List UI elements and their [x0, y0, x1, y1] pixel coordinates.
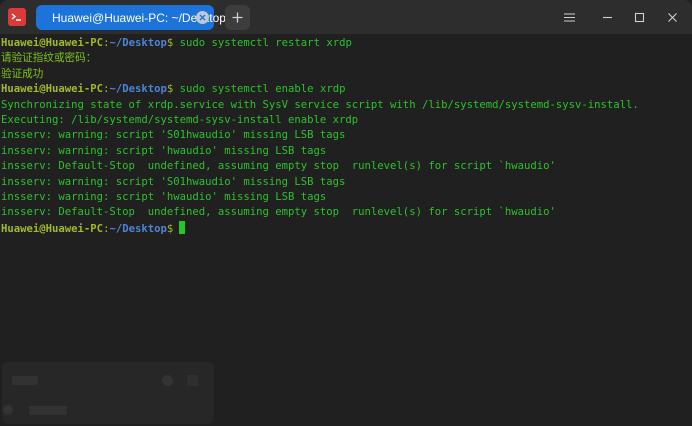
ghost-shape [162, 375, 173, 386]
output-text: insserv: warning: script 'S01hwaudio' mi… [1, 129, 346, 142]
new-tab-button[interactable] [225, 5, 250, 30]
terminal-line: Executing: /lib/systemd/systemd-sysv-ins… [0, 113, 692, 128]
close-icon[interactable] [196, 11, 209, 24]
terminal-line: insserv: warning: script 'S01hwaudio' mi… [0, 128, 692, 143]
terminal-line: Huawei@Huawei-PC:~/Desktop$ [0, 220, 692, 236]
minimize-icon [602, 16, 612, 18]
prompt-user: Huawei@Huawei-PC [1, 222, 104, 235]
terminal-line: Huawei@Huawei-PC:~/Desktop$ sudo systemc… [0, 82, 692, 97]
maximize-button[interactable] [630, 8, 648, 26]
terminal-line: Synchronizing state of xrdp.service with… [0, 98, 692, 113]
terminal-line: insserv: Default-Stop undefined, assumin… [0, 159, 692, 174]
terminal-line: insserv: warning: script 'hwaudio' missi… [0, 190, 692, 205]
terminal-line: insserv: warning: script 'hwaudio' missi… [0, 144, 692, 159]
output-text: insserv: warning: script 'hwaudio' missi… [1, 144, 327, 157]
output-text: insserv: warning: script 'hwaudio' missi… [1, 190, 327, 203]
maximize-icon [634, 12, 644, 22]
command-text: sudo systemctl restart xrdp [173, 37, 352, 49]
terminal-window: Huawei@Huawei-PC: ~/Desktop Huawei@Huawe… [0, 0, 692, 426]
close-window-button[interactable] [663, 8, 681, 26]
tab-terminal[interactable]: Huawei@Huawei-PC: ~/Desktop [36, 5, 226, 30]
prompt-path: ~/Desktop [109, 37, 167, 49]
prompt-symbol: $ [166, 222, 174, 235]
ghost-shape [187, 375, 198, 386]
title-bar[interactable]: Huawei@Huawei-PC: ~/Desktop [0, 0, 692, 34]
minimize-button[interactable] [598, 8, 616, 26]
faded-notification-overlay [2, 362, 214, 424]
terminal-line: insserv: warning: script 'S01hwaudio' mi… [0, 175, 692, 190]
hamburger-menu-icon [563, 12, 575, 22]
menu-button[interactable] [560, 8, 578, 26]
ghost-shape [3, 405, 13, 415]
terminal-line: insserv: Default-Stop undefined, assumin… [0, 205, 692, 220]
output-text: 验证成功 [1, 67, 44, 80]
terminal-app-icon[interactable] [8, 8, 26, 26]
output-text: Synchronizing state of xrdp.service with… [1, 98, 639, 111]
close-icon [667, 12, 677, 22]
plus-icon [232, 12, 243, 23]
ghost-shape [29, 406, 67, 415]
command-text: sudo systemctl enable xrdp [173, 83, 346, 96]
terminal-line: 请验证指纹或密码： [0, 51, 692, 66]
ghost-shape [12, 376, 38, 385]
output-text: insserv: Default-Stop undefined, assumin… [1, 206, 556, 219]
output-text: insserv: warning: script 'S01hwaudio' mi… [1, 175, 346, 188]
prompt-user: Huawei@Huawei-PC [1, 83, 104, 96]
output-text: insserv: Default-Stop undefined, assumin… [1, 160, 556, 173]
prompt-path: ~/Desktop [109, 222, 167, 235]
terminal-line: 验证成功 [0, 67, 692, 82]
terminal-line: Huawei@Huawei-PC:~/Desktop$ sudo systemc… [0, 36, 692, 51]
output-text: Executing: /lib/systemd/systemd-sysv-ins… [1, 113, 359, 126]
output-text: 请验证指纹或密码： [1, 52, 97, 65]
text-cursor [179, 220, 186, 234]
prompt-path: ~/Desktop [109, 83, 167, 96]
prompt-user: Huawei@Huawei-PC [1, 37, 104, 49]
